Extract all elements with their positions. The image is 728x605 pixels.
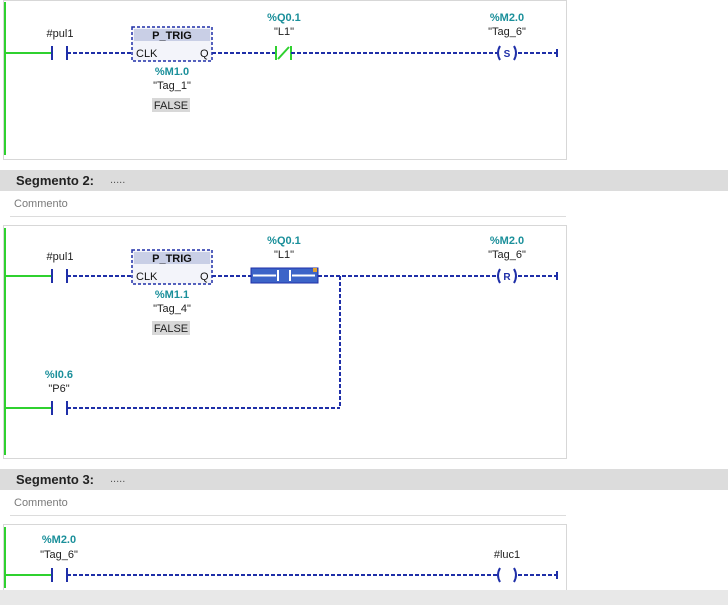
contact-l1-address: %Q0.1 [267,12,301,24]
contact-p6-tag: "P6" [48,383,69,395]
ptrig-address: %M1.1 [155,289,189,301]
coil-r-address: %M2.0 [490,235,524,247]
ptrig-value: FALSE [154,323,188,335]
ptrig-pin-clk: CLK [136,271,158,283]
coil-output[interactable] [497,567,517,583]
ptrig-address: %M1.0 [155,66,189,78]
ptrig-pin-q: Q [200,271,209,283]
contact-pul1-label: #pul1 [47,28,74,40]
ptrig-value: FALSE [154,100,188,112]
ptrig-pin-clk: CLK [136,48,158,60]
contact-tag6-address: %M2.0 [42,534,76,546]
ptrig-title: P_TRIG [152,30,192,42]
segment2-network: #pul1 P_TRIG CLK Q %M1.1 "Tag_4" FALSE %… [4,228,558,455]
coil-s-tag: "Tag_6" [488,26,526,38]
ptrig-tag: "Tag_1" [153,80,191,92]
segment1-network: #pul1 P_TRIG CLK Q %M1.0 "Tag_1" FALSE %… [4,2,558,155]
ptrig-pin-q: Q [200,48,209,60]
coil-s-address: %M2.0 [490,12,524,24]
contact-p6[interactable] [51,401,68,415]
contact-pul1[interactable] [51,46,68,60]
segment3-network: %M2.0 "Tag_6" #luc1 [4,527,558,588]
contact-tag6-tag: "Tag_6" [40,549,78,561]
coil-r-type: R [503,272,511,283]
contact-p6-address: %I0.6 [45,369,73,381]
ladder-canvas: #pul1 P_TRIG CLK Q %M1.0 "Tag_1" FALSE %… [4,2,558,588]
contact-l1-tag: "L1" [274,249,294,261]
contact-pul1-label: #pul1 [47,251,74,263]
contact-l1-tag: "L1" [274,26,294,38]
contact-l1-selected[interactable] [250,267,319,284]
contact-pul1[interactable] [51,269,68,283]
coil-luc1-label: #luc1 [494,549,520,561]
ptrig-title: P_TRIG [152,253,192,265]
contact-tag6[interactable] [51,568,68,582]
coil-r-tag: "Tag_6" [488,249,526,261]
ptrig-tag: "Tag_4" [153,303,191,315]
coil-s-type: S [504,49,511,60]
contact-l1-address: %Q0.1 [267,235,301,247]
contact-l1-nc[interactable] [275,46,292,60]
